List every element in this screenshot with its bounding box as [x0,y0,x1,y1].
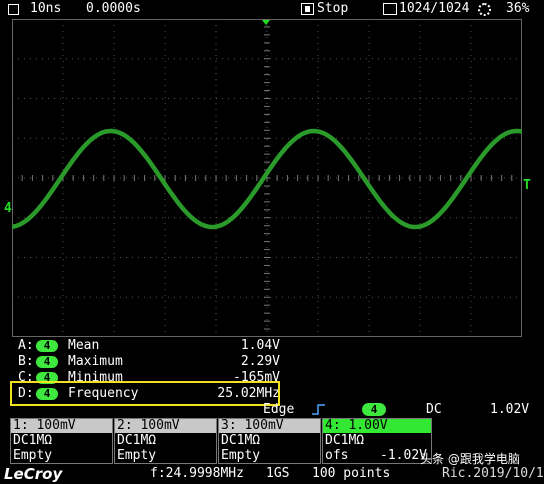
channel-header: 1: 100mV [11,419,112,433]
channel-3-box[interactable]: 3: 100mV DC1MΩ Empty [218,418,321,464]
trigger-level-marker[interactable]: T [523,178,531,193]
measurement-slot: A: [18,338,34,353]
bottom-bar: LeCroy f:24.9998MHz 1GS 100 points Ric.2… [0,452,544,484]
rising-edge-icon [312,404,326,415]
channel-4-marker[interactable]: 4 [4,201,12,216]
channel-coupling: DC1MΩ [325,433,365,448]
stop-icon [301,3,314,15]
battery-percent: 36% [506,1,530,16]
record-length: 100 points [312,466,391,481]
waveform-graticule[interactable] [12,19,522,337]
timebase-icon [8,4,19,15]
trigger-channel-badge: 4 [362,403,386,416]
channel-header: 4: 1.00V [323,419,431,433]
channel-2-box[interactable]: 2: 100mV DC1MΩ Empty [114,418,217,464]
channel-badge: 4 [36,356,58,368]
run-state[interactable]: Stop [317,1,348,16]
trigger-type: Edge [263,402,295,417]
sample-rate: 1GS [266,466,290,481]
measurement-value: 1.04V [240,338,280,353]
acquisition-icon [383,3,397,15]
status-bar: 10ns 0.0000s Stop 1024/1024 36% [0,0,544,19]
channel-header: 3: 100mV [219,419,320,433]
gear-icon[interactable] [478,3,491,16]
channel-coupling: DC1MΩ [13,433,53,448]
channel-4-box[interactable]: 4: 1.00V DC1MΩ ofs -1.02V [322,418,432,464]
channel-status: ofs [325,448,349,463]
measurement-slot: B: [18,354,34,369]
trigger-position-marker [262,20,270,25]
channel-badge: 4 [36,340,58,352]
watermark: 头条 @跟我学电脑 [420,452,520,466]
channel-coupling: DC1MΩ [221,433,261,448]
channel-status: Empty [13,448,53,463]
measurement-value: 2.29V [240,354,280,369]
channel-header: 2: 100mV [115,419,216,433]
date-stamp: Ric.2019/10/1 [442,466,544,481]
channel-status: Empty [221,448,261,463]
trigger-info[interactable]: Edge 4 DC 1.02V [0,401,544,419]
graticule-gridlines [12,19,522,337]
brand-logo: LeCroy [4,465,63,483]
acquisition-count: 1024/1024 [399,1,470,16]
trigger-frequency: f:24.9998MHz [150,466,244,481]
delay-value[interactable]: 0.0000s [86,1,141,16]
channel-coupling: DC1MΩ [117,433,157,448]
trigger-level: 1.02V [490,402,530,417]
channel-offset-row: ofs -1.02V [323,448,431,463]
channel-status: Empty [117,448,157,463]
measurement-name: Mean [68,338,100,353]
timebase-value[interactable]: 10ns [30,1,61,16]
channel-1-box[interactable]: 1: 100mV DC1MΩ Empty [10,418,113,464]
trigger-coupling: DC [426,402,442,417]
